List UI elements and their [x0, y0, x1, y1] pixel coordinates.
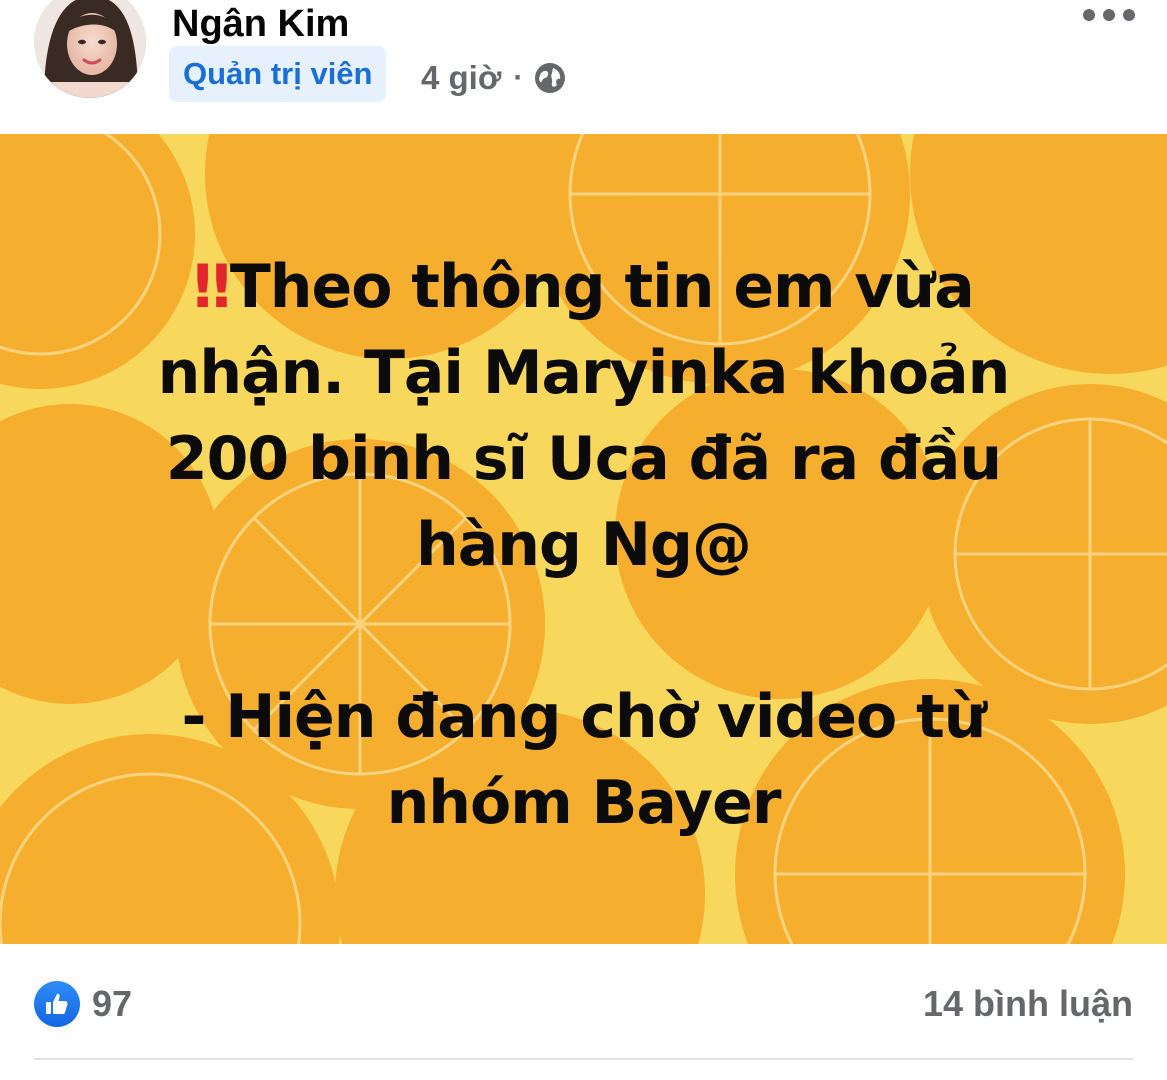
reaction-count[interactable]: 97	[92, 983, 132, 1025]
post-background-card: ‼Theo thông tin em vừa nhận. Tại Maryink…	[0, 134, 1167, 944]
globe-icon[interactable]	[533, 61, 567, 95]
more-options-icon[interactable]	[1083, 0, 1135, 30]
double-exclamation-icon: ‼	[193, 252, 231, 322]
admin-badge[interactable]: Quản trị viên	[169, 46, 387, 102]
message-line: hàng Ng@	[416, 510, 752, 580]
footer-divider	[34, 1058, 1133, 1060]
reactions-summary[interactable]: 97	[34, 980, 132, 1028]
author-avatar[interactable]	[34, 0, 146, 98]
message-line: ‼Theo thông tin em vừa	[193, 252, 975, 322]
message-line: 200 binh sĩ Uca đã ra đầu	[165, 424, 1002, 494]
message-line: nhận. Tại Maryinka khoản	[157, 338, 1011, 408]
message-line: nhóm Bayer	[386, 768, 782, 838]
post-timestamp[interactable]: 4 giờ	[421, 59, 501, 97]
like-thumb-icon	[34, 981, 80, 1027]
comments-count[interactable]: 14 bình luận	[923, 980, 1133, 1028]
post-meta: 4 giờ ·	[421, 56, 567, 100]
author-name[interactable]: Ngân Kim	[172, 2, 349, 46]
post-message: ‼Theo thông tin em vừa nhận. Tại Maryink…	[60, 244, 1107, 846]
post: Ngân Kim Quản trị viên 4 giờ · ‼Theo thô…	[0, 0, 1167, 1080]
message-line: - Hiện đang chờ video từ	[181, 682, 986, 752]
meta-separator: ·	[513, 61, 524, 94]
